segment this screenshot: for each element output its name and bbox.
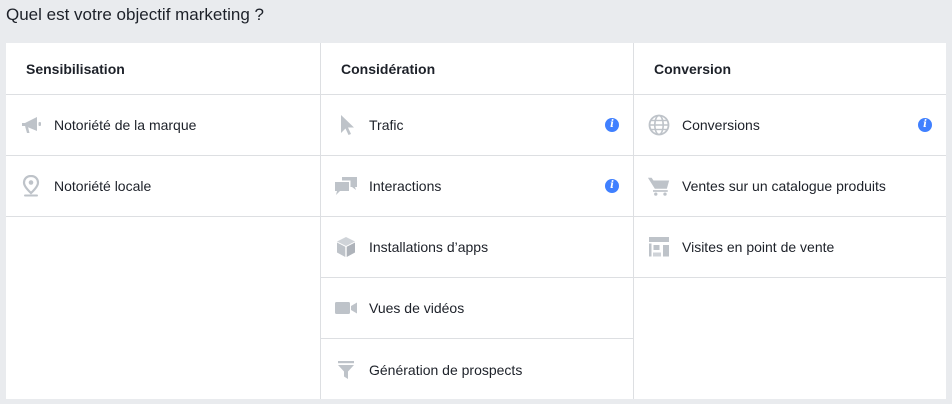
objective-notoriete-locale[interactable]: Notoriété locale (6, 156, 320, 217)
objective-interactions[interactable]: Interactions i (321, 156, 633, 217)
objective-label: Installations d’apps (369, 239, 489, 255)
objective-table: Sensibilisation Notoriété de la marque N… (6, 43, 946, 399)
objective-trafic[interactable]: Trafic i (321, 95, 633, 156)
chat-bubbles-icon (334, 174, 358, 198)
video-camera-icon (334, 296, 358, 320)
objective-label: Interactions (369, 178, 442, 194)
column-header: Sensibilisation (6, 43, 320, 95)
map-pin-icon (19, 174, 43, 198)
column-consideration: Considération Trafic i Interactions i In… (320, 43, 633, 399)
objective-conversions[interactable]: Conversions i (634, 95, 946, 156)
objective-label: Conversions (682, 117, 760, 133)
objective-label: Notoriété de la marque (54, 117, 197, 133)
objective-label: Notoriété locale (54, 178, 152, 194)
info-icon[interactable]: i (605, 118, 619, 132)
objective-label: Visites en point de vente (682, 239, 835, 255)
column-header: Considération (321, 43, 633, 95)
objective-ventes-catalogue[interactable]: Ventes sur un catalogue produits (634, 156, 946, 217)
cursor-icon (334, 113, 358, 137)
objective-visites-point-vente[interactable]: Visites en point de vente (634, 217, 946, 278)
box-icon (334, 235, 358, 259)
column-conversion: Conversion Conversions i Ventes sur un c… (633, 43, 946, 399)
column-sensibilisation: Sensibilisation Notoriété de la marque N… (6, 43, 320, 399)
column-header: Conversion (634, 43, 946, 95)
objective-label: Vues de vidéos (369, 300, 465, 316)
objective-vues-videos[interactable]: Vues de vidéos (321, 278, 633, 339)
storefront-icon (647, 235, 671, 259)
objective-generation-prospects[interactable]: Génération de prospects (321, 339, 633, 400)
objective-notoriete-marque[interactable]: Notoriété de la marque (6, 95, 320, 156)
megaphone-icon (19, 113, 43, 137)
funnel-icon (334, 358, 358, 382)
page-title: Quel est votre objectif marketing ? (6, 5, 264, 24)
objective-label: Ventes sur un catalogue produits (682, 178, 886, 194)
shopping-cart-icon (647, 174, 671, 198)
info-icon[interactable]: i (918, 118, 932, 132)
objective-installations-apps[interactable]: Installations d’apps (321, 217, 633, 278)
globe-icon (647, 113, 671, 137)
info-icon[interactable]: i (605, 179, 619, 193)
objective-label: Trafic (369, 117, 404, 133)
objective-label: Génération de prospects (369, 361, 523, 378)
